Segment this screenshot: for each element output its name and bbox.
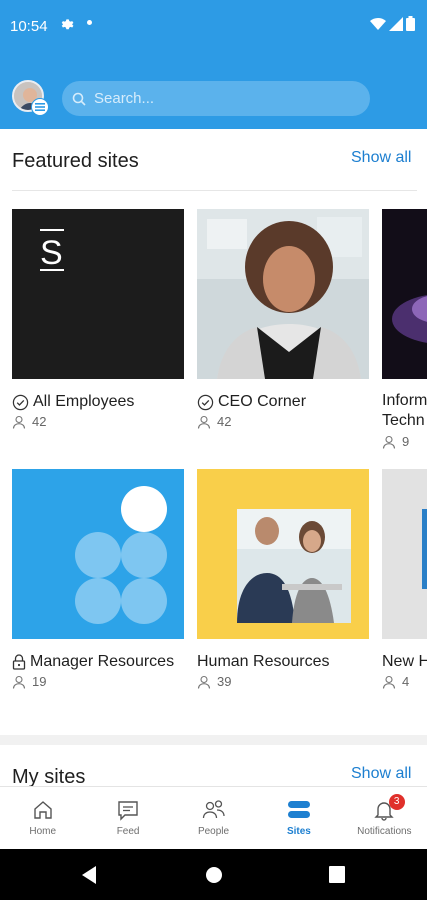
my-sites-show-all-link[interactable]: Show all [351,765,411,783]
recents-icon[interactable] [329,866,345,883]
wifi-icon [370,17,386,30]
site-thumbnail: S [12,209,184,379]
member-count: 19 [32,674,47,689]
site-thumbnail [197,469,369,639]
lock-icon [12,654,26,670]
status-time: 10:54 [10,18,48,35]
search-placeholder: Search... [94,90,155,107]
site-card-all-employees[interactable]: S All Employees 42 [12,209,184,429]
site-name-line1: Inform [382,392,427,409]
status-icons [370,16,415,31]
notification-dot-icon [87,20,92,25]
site-name: Manager Resources [30,653,175,670]
bottom-tab-bar: Home Feed People Sites 3 Notifications [0,786,427,849]
back-icon[interactable] [80,865,98,885]
site-name: CEO Corner [218,393,307,410]
person-icon [382,675,396,689]
site-name: New H [382,653,427,670]
tab-feed[interactable]: Feed [85,787,170,849]
status-bar: 10:54 [0,0,427,56]
site-card-ceo-corner[interactable]: CEO Corner 42 [197,209,369,429]
search-icon [72,92,86,106]
site-thumbnail [382,209,427,379]
settings-gear-icon [60,17,74,35]
feed-icon [118,801,138,821]
featured-sites-title: Featured sites [12,150,139,172]
battery-icon [406,16,415,31]
member-count: 42 [32,414,47,429]
site-card-human-resources[interactable]: Human Resources 39 [197,469,369,689]
home-circle-icon[interactable] [205,866,223,884]
search-input[interactable]: Search... [62,81,370,116]
app-header: Search... [0,56,427,129]
divider [12,190,417,191]
site-card-new-hire[interactable]: New H 4 [382,469,427,689]
member-count: 9 [402,434,410,449]
featured-show-all-link[interactable]: Show all [351,149,411,167]
person-icon [197,415,211,429]
notification-badge: 3 [388,794,405,810]
site-thumbnail [382,469,427,639]
site-card-manager-resources[interactable]: Manager Resources 19 [12,469,184,689]
section-separator [0,735,427,745]
person-icon [12,675,26,689]
person-icon [12,415,26,429]
tab-label: People [197,826,230,837]
site-name: Human Resources [197,653,330,670]
check-circle-icon [197,394,214,410]
site-name: All Employees [33,393,135,410]
check-circle-icon [12,394,29,410]
tab-label: Sites [286,826,311,837]
signal-icon [389,16,403,31]
tab-sites[interactable]: Sites [256,787,341,849]
tab-people[interactable]: People [171,787,256,849]
person-icon [382,435,396,449]
member-count: 4 [402,674,410,689]
site-thumbnail-photo [197,209,369,379]
tab-label: Feed [116,826,140,837]
tab-notifications[interactable]: 3 Notifications [342,787,427,849]
tab-label: Notifications [357,826,412,837]
tab-label: Home [29,826,57,837]
member-count: 39 [217,674,232,689]
system-nav-bar [0,849,427,900]
person-icon [197,675,211,689]
member-count: 42 [217,414,232,429]
tab-home[interactable]: Home [0,787,85,849]
site-card-information-technology[interactable]: Inform Techn 9 [382,209,427,449]
people-icon [202,800,225,819]
home-icon [34,801,52,819]
menu-icon[interactable] [31,98,49,116]
site-name-line2: Techn [382,412,425,429]
site-thumbnail [12,469,184,639]
tile-logo-letter: S [40,234,63,272]
sites-icon [287,801,310,818]
